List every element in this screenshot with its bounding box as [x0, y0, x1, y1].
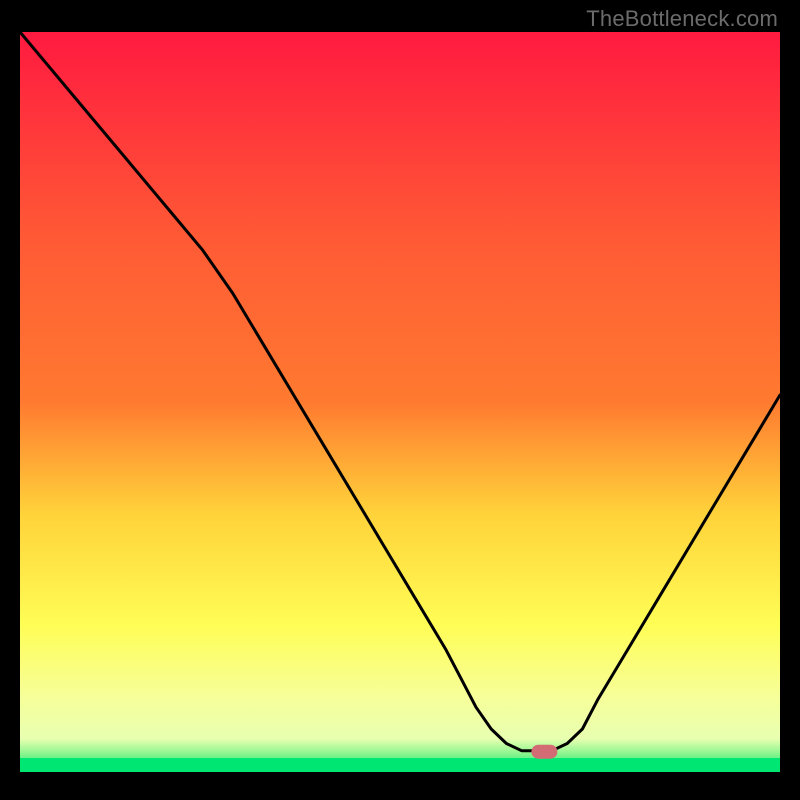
plot-area — [20, 32, 780, 772]
watermark-text: TheBottleneck.com — [586, 6, 778, 32]
optimal-marker — [531, 745, 557, 759]
chart-svg — [20, 32, 780, 772]
chart-container: TheBottleneck.com — [0, 0, 800, 800]
